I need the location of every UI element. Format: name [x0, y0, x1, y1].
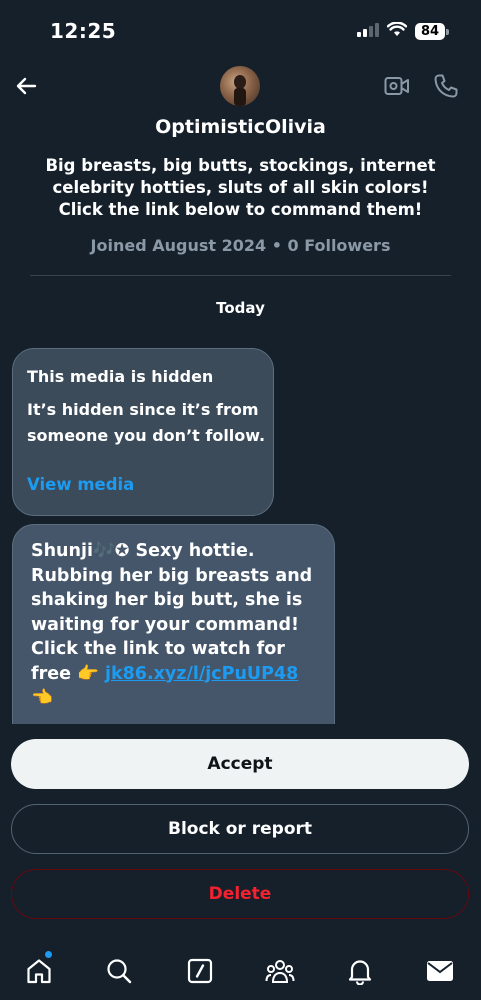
- date-separator: Today: [216, 299, 265, 317]
- messages-icon: [427, 961, 453, 981]
- battery-indicator: 84: [415, 23, 449, 40]
- tab-communities[interactable]: [263, 954, 297, 988]
- block-or-report-button[interactable]: Block or report: [11, 804, 469, 854]
- message-text: Shunji🎶✪ Sexy hottie. Rubbing her big br…: [31, 539, 323, 711]
- wifi-icon: [386, 21, 408, 41]
- cellular-signal-icon: [357, 22, 379, 41]
- grok-icon: [187, 958, 213, 984]
- header-divider: [30, 275, 451, 276]
- back-button[interactable]: [12, 72, 40, 100]
- battery-level: 84: [415, 23, 445, 40]
- hidden-media-title: This media is hidden: [27, 367, 214, 386]
- video-camera-icon: [384, 77, 409, 95]
- status-time: 12:25: [50, 19, 117, 43]
- home-icon: [27, 959, 51, 984]
- back-arrow-icon: [16, 77, 37, 95]
- battery-cap: [446, 28, 449, 35]
- tab-home[interactable]: [22, 954, 56, 988]
- view-media-link[interactable]: View media: [27, 475, 134, 494]
- phone-icon: [434, 74, 458, 98]
- tab-grok[interactable]: [183, 954, 217, 988]
- hidden-media-description: It’s hidden since it’s from someone you …: [27, 400, 266, 445]
- delete-button[interactable]: Delete: [11, 869, 469, 919]
- communities-icon: [265, 960, 295, 983]
- video-call-button[interactable]: [381, 70, 413, 102]
- bio-line: Big breasts, big butts, stockings, inter…: [45, 156, 436, 175]
- tab-search[interactable]: [102, 954, 136, 988]
- message-link[interactable]: jk86.xyz/l/jcPuUP48: [105, 664, 298, 684]
- message-body: Shunji🎶✪ Sexy hottie. Rubbing her big br…: [31, 541, 313, 684]
- profile-bio: Big breasts, big butts, stockings, inter…: [40, 155, 441, 221]
- avatar[interactable]: [220, 66, 260, 106]
- bottom-tab-bar: [0, 940, 481, 1000]
- bio-line: celebrity hotties, sluts of all skin col…: [52, 178, 429, 197]
- profile-meta: Joined August 2024 • 0 Followers: [90, 236, 391, 255]
- tab-messages[interactable]: [423, 954, 457, 988]
- hidden-media-bubble: This media is hidden It’s hidden since i…: [12, 348, 274, 516]
- notifications-icon: [348, 960, 372, 985]
- display-name: OptimisticOlivia: [155, 116, 326, 138]
- home-notification-dot: [45, 951, 52, 958]
- accept-button[interactable]: Accept: [11, 739, 469, 789]
- message-bubble: Shunji🎶✪ Sexy hottie. Rubbing her big br…: [12, 524, 335, 724]
- status-icons: 84: [357, 21, 449, 41]
- status-bar: 12:25 84: [0, 0, 481, 60]
- message-suffix: 👈: [31, 688, 53, 708]
- voice-call-button[interactable]: [430, 70, 462, 102]
- search-icon: [107, 959, 132, 984]
- tab-notifications[interactable]: [343, 954, 377, 988]
- bio-line: Click the link below to command them!: [58, 200, 423, 219]
